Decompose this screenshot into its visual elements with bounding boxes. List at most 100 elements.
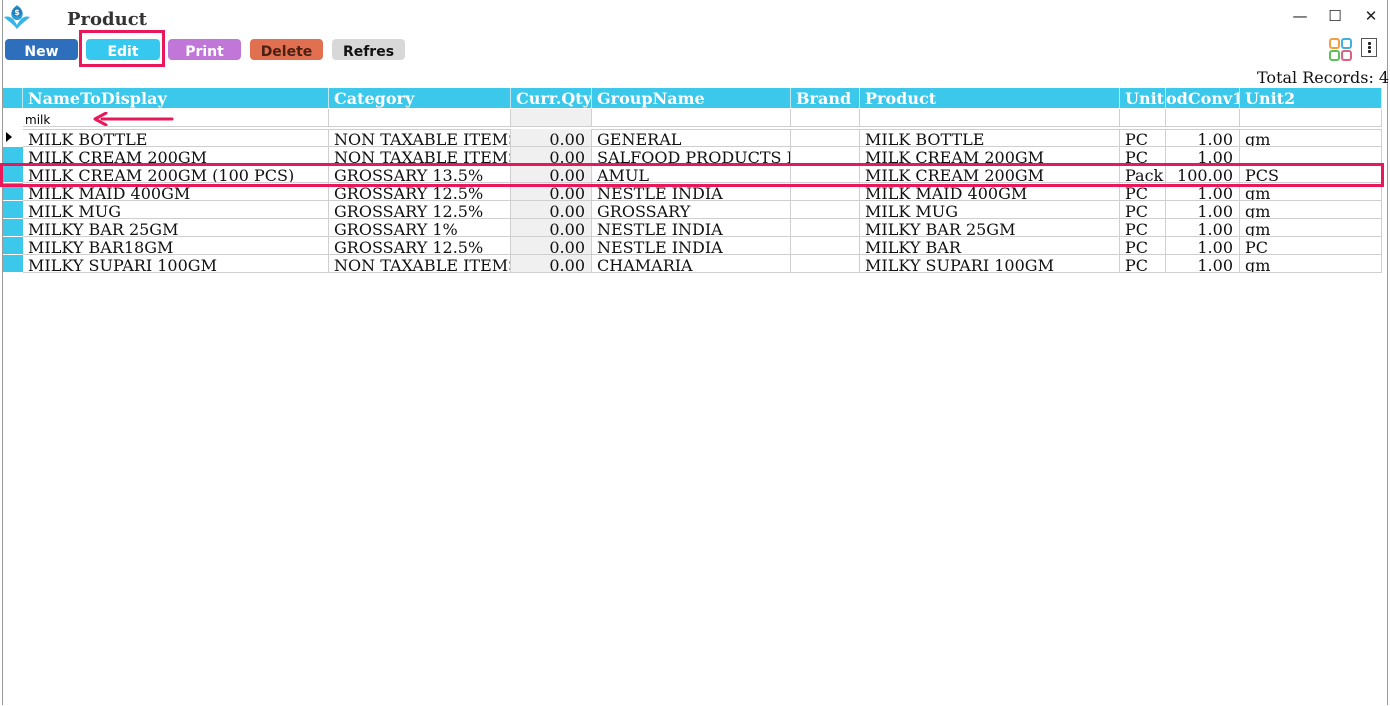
column-header-name[interactable]: NameToDisplay (23, 88, 329, 108)
cell-group[interactable]: CHAMARIA (592, 255, 791, 273)
column-header-unit1[interactable]: Unit1 (1120, 88, 1166, 108)
cell-unit1[interactable]: PC (1120, 255, 1166, 273)
cell-conv1[interactable]: 1.00 (1166, 219, 1240, 237)
cell-unit2[interactable]: gm (1240, 183, 1382, 201)
cell-brand[interactable] (791, 201, 860, 219)
cell-product[interactable]: MILK MAID 400GM (860, 183, 1120, 201)
filter-cell-unit1[interactable] (1120, 109, 1166, 127)
cell-category[interactable]: GROSSARY 1% (329, 219, 511, 237)
cell-category[interactable]: GROSSARY 12.5% (329, 183, 511, 201)
cell-unit1[interactable]: PC (1120, 201, 1166, 219)
cell-name[interactable]: MILK MAID 400GM (23, 183, 329, 201)
column-header-brand[interactable]: Brand (791, 88, 860, 108)
cell-unit2[interactable]: gm (1240, 219, 1382, 237)
cell-brand[interactable] (791, 183, 860, 201)
cell-qty[interactable]: 0.00 (511, 219, 592, 237)
cell-conv1[interactable]: 100.00 (1166, 165, 1240, 183)
cell-brand[interactable] (791, 219, 860, 237)
cell-brand[interactable] (791, 237, 860, 255)
cell-unit2[interactable]: gm (1240, 255, 1382, 273)
cell-conv1[interactable]: 1.00 (1166, 183, 1240, 201)
cell-product[interactable]: MILK CREAM 200GM (860, 147, 1120, 165)
row-selector[interactable] (3, 147, 23, 165)
cell-conv1[interactable]: 1.00 (1166, 255, 1240, 273)
cell-name[interactable]: MILKY BAR 25GM (23, 219, 329, 237)
cell-brand[interactable] (791, 165, 860, 183)
cell-name[interactable]: MILKY BAR18GM (23, 237, 329, 255)
column-header-category[interactable]: Category (329, 88, 511, 108)
filter-cell-qty[interactable] (511, 109, 592, 127)
close-icon[interactable]: ✕ (1361, 7, 1381, 25)
column-header-qty[interactable]: Curr.Qty (511, 88, 592, 108)
cell-category[interactable]: NON TAXABLE ITEMS (329, 129, 511, 147)
cell-category[interactable]: GROSSARY 12.5% (329, 201, 511, 219)
cell-group[interactable]: GROSSARY (592, 201, 791, 219)
cell-unit1[interactable]: PC (1120, 129, 1166, 147)
cell-unit2[interactable]: PC (1240, 237, 1382, 255)
filter-cell-name[interactable] (23, 109, 330, 128)
row-selector[interactable] (3, 255, 23, 273)
cell-product[interactable]: MILK BOTTLE (860, 129, 1120, 147)
cell-brand[interactable] (791, 147, 860, 165)
cell-qty[interactable]: 0.00 (511, 183, 592, 201)
cell-product[interactable]: MILK CREAM 200GM (860, 165, 1120, 183)
cell-unit1[interactable]: PC (1120, 237, 1166, 255)
row-selector[interactable] (3, 129, 23, 147)
filter-cell-unit2[interactable] (1240, 109, 1382, 127)
refresh-button[interactable]: Refres (332, 39, 405, 60)
cell-product[interactable]: MILK MUG (860, 201, 1120, 219)
delete-button[interactable]: Delete (250, 39, 323, 60)
row-selector[interactable] (3, 183, 23, 201)
column-header-unit2[interactable]: Unit2 (1240, 88, 1382, 108)
column-header-group[interactable]: GroupName (592, 88, 791, 108)
column-header-product[interactable]: Product (860, 88, 1120, 108)
minimize-icon[interactable]: — (1290, 7, 1310, 25)
filter-cell-category[interactable] (329, 109, 511, 127)
cell-unit2[interactable]: PCS (1240, 165, 1382, 183)
vertical-dots-icon[interactable] (1361, 38, 1377, 57)
filter-cell-group[interactable] (592, 109, 791, 127)
cell-name[interactable]: MILKY SUPARI 100GM (23, 255, 329, 273)
cell-name[interactable]: MILK BOTTLE (23, 129, 329, 147)
cell-brand[interactable] (791, 129, 860, 147)
cell-qty[interactable]: 0.00 (511, 237, 592, 255)
cell-unit1[interactable]: PC (1120, 183, 1166, 201)
cell-group[interactable]: GENERAL (592, 129, 791, 147)
cell-unit1[interactable]: PC (1120, 219, 1166, 237)
row-selector[interactable] (3, 237, 23, 255)
cell-conv1[interactable]: 1.00 (1166, 237, 1240, 255)
cell-brand[interactable] (791, 255, 860, 273)
maximize-icon[interactable]: ☐ (1325, 7, 1345, 25)
new-button[interactable]: New (5, 39, 78, 60)
cell-qty[interactable]: 0.00 (511, 255, 592, 273)
cell-name[interactable]: MILK CREAM 200GM (23, 147, 329, 165)
edit-button[interactable]: Edit (86, 39, 160, 60)
cell-conv1[interactable]: 1.00 (1166, 129, 1240, 147)
cell-unit2[interactable]: gm (1240, 129, 1382, 147)
cell-category[interactable]: NON TAXABLE ITEMS (329, 147, 511, 165)
cell-category[interactable]: NON TAXABLE ITEMS (329, 255, 511, 273)
cell-group[interactable]: NESTLE INDIA (592, 237, 791, 255)
row-selector[interactable] (3, 201, 23, 219)
cell-group[interactable]: NESTLE INDIA (592, 183, 791, 201)
cell-category[interactable]: GROSSARY 12.5% (329, 237, 511, 255)
cell-name[interactable]: MILK MUG (23, 201, 329, 219)
cell-group[interactable]: SALFOOD PRODUCTS PV (592, 147, 791, 165)
cell-conv1[interactable]: 1.00 (1166, 147, 1240, 165)
cell-qty[interactable]: 0.00 (511, 129, 592, 147)
cell-group[interactable]: NESTLE INDIA (592, 219, 791, 237)
cell-unit2[interactable] (1240, 147, 1382, 165)
cell-unit1[interactable]: PC (1120, 147, 1166, 165)
row-selector[interactable] (3, 219, 23, 237)
grid-view-icon[interactable] (1329, 38, 1353, 62)
filter-cell-brand[interactable] (791, 109, 860, 127)
cell-unit2[interactable]: gm (1240, 201, 1382, 219)
cell-category[interactable]: GROSSARY 13.5% (329, 165, 511, 183)
cell-qty[interactable]: 0.00 (511, 201, 592, 219)
cell-name[interactable]: MILK CREAM 200GM (100 PCS) (23, 165, 329, 183)
cell-unit1[interactable]: Pack (1120, 165, 1166, 183)
row-selector[interactable] (3, 165, 23, 183)
column-header-conv1[interactable]: odConv1 (1166, 88, 1240, 108)
name-filter-input[interactable] (23, 112, 330, 128)
cell-product[interactable]: MILKY BAR (860, 237, 1120, 255)
